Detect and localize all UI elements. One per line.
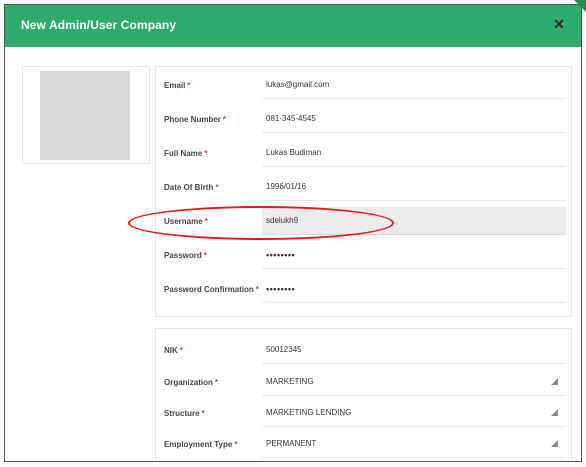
fullname-label: Full Name *: [164, 149, 208, 158]
modal-dialog: New Admin/User Company ✕ Email * lukas@gm…: [4, 4, 582, 462]
dob-field[interactable]: 1996/01/16: [262, 173, 566, 201]
employment-type-label: Employment Type *: [164, 440, 238, 449]
structure-row: Structure * MARKETING LENDING: [156, 399, 571, 433]
password-confirm-row: Password Confirmation * ••••••••: [156, 275, 571, 309]
password-row: Password * ••••••••: [156, 241, 571, 275]
password-confirm-label: Password Confirmation *: [164, 285, 259, 294]
photo-upload-box[interactable]: [22, 66, 150, 164]
dropdown-caret-icon: [551, 378, 558, 385]
dropdown-caret-icon: [551, 409, 558, 416]
employment-type-select[interactable]: PERMANENT: [262, 430, 566, 458]
phone-row: Phone Number * 081-345-4545: [156, 105, 571, 139]
required-asterisk: *: [204, 217, 208, 226]
username-field[interactable]: sdelukh9: [262, 207, 566, 235]
required-asterisk: *: [179, 346, 183, 355]
username-row: Username * sdelukh9: [156, 207, 571, 241]
corner-decoration: [574, 0, 586, 12]
email-row: Email * lukas@gmail.com: [156, 71, 571, 105]
required-asterisk: *: [201, 409, 205, 418]
email-label: Email *: [164, 81, 191, 90]
fullname-field[interactable]: Lukas Budiman: [262, 139, 566, 167]
structure-label: Structure *: [164, 409, 205, 418]
organization-select[interactable]: MARKETING: [262, 368, 566, 396]
phone-field[interactable]: 081-345-4545: [262, 105, 566, 133]
organization-label: Organization *: [164, 378, 219, 387]
fullname-row: Full Name * Lukas Budiman: [156, 139, 571, 173]
password-label: Password *: [164, 251, 207, 260]
employment-type-row: Employment Type * PERMANENT: [156, 430, 571, 461]
modal-header: New Admin/User Company ✕: [5, 5, 581, 47]
required-asterisk: *: [203, 251, 207, 260]
required-asterisk: *: [214, 378, 219, 387]
close-icon[interactable]: ✕: [551, 16, 567, 32]
employment-info-panel: NIK * 50012345 Organization * MARKETING St…: [155, 328, 572, 461]
required-asterisk: *: [215, 183, 219, 192]
nik-field[interactable]: 50012345: [262, 336, 566, 364]
email-field[interactable]: lukas@gmail.com: [262, 71, 566, 99]
password-confirm-field[interactable]: ••••••••: [262, 275, 566, 303]
required-asterisk: *: [222, 115, 227, 124]
organization-row: Organization * MARKETING: [156, 368, 571, 402]
dropdown-caret-icon: [551, 440, 558, 447]
password-field[interactable]: ••••••••: [262, 241, 566, 269]
required-asterisk: *: [234, 440, 238, 449]
dob-label: Date Of Birth *: [164, 183, 219, 192]
profile-photo-placeholder[interactable]: [40, 71, 130, 160]
nik-row: NIK * 50012345: [156, 336, 571, 370]
modal-title: New Admin/User Company: [21, 18, 177, 32]
account-info-panel: Email * lukas@gmail.com Phone Number * 081…: [155, 66, 572, 317]
nik-label: NIK *: [164, 346, 183, 355]
required-asterisk: *: [187, 81, 191, 90]
required-asterisk: *: [204, 149, 208, 158]
dob-row: Date Of Birth * 1996/01/16: [156, 173, 571, 207]
username-label: Username *: [164, 217, 208, 226]
required-asterisk: *: [255, 285, 259, 294]
structure-select[interactable]: MARKETING LENDING: [262, 399, 566, 427]
phone-label: Phone Number *: [164, 115, 227, 124]
